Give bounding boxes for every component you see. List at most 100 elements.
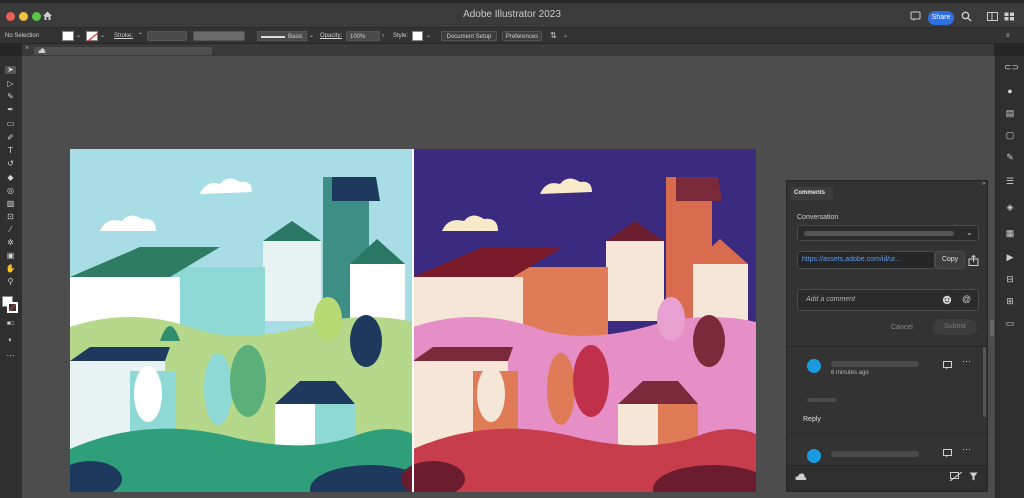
chevron-down-icon[interactable]: ⌄: [76, 31, 81, 41]
hand-tool-icon[interactable]: ✋: [5, 265, 16, 273]
align-icon[interactable]: ⊟: [1004, 274, 1016, 284]
fill-swatch[interactable]: [62, 31, 74, 41]
eraser-tool-icon[interactable]: ◆: [5, 174, 16, 182]
arrange-icon[interactable]: ⇅: [550, 31, 557, 41]
chevron-down-icon[interactable]: ⌄: [563, 31, 568, 41]
reply-icon[interactable]: [943, 449, 953, 458]
direct-selection-tool-icon[interactable]: ▷: [5, 80, 16, 88]
selection-tool-icon[interactable]: ➤: [5, 66, 16, 74]
search-icon[interactable]: [961, 11, 972, 22]
reply-link[interactable]: Reply: [803, 416, 821, 423]
chevron-down-icon[interactable]: ⌄: [100, 31, 105, 41]
cancel-button[interactable]: Cancel: [891, 324, 913, 331]
share-button[interactable]: Share: [928, 11, 954, 25]
artboard-tool-icon[interactable]: ▣: [5, 252, 16, 260]
symbol-sprayer-tool-icon[interactable]: ✲: [5, 239, 16, 247]
workspace-icon[interactable]: [987, 12, 998, 21]
selection-status: No Selection: [5, 33, 40, 39]
mention-icon[interactable]: @: [962, 294, 971, 304]
chevron-down-icon[interactable]: ⌄: [309, 31, 314, 41]
opacity-field[interactable]: 100%: [346, 31, 380, 41]
gradient-tool-icon[interactable]: ▨: [5, 200, 16, 208]
more-tools-icon[interactable]: ⋯: [5, 352, 16, 360]
copy-link-button[interactable]: Copy: [935, 251, 965, 269]
artboard-artwork[interactable]: [70, 149, 756, 492]
free-transform-tool-icon[interactable]: ⊡: [5, 213, 16, 221]
avatar: [807, 449, 821, 463]
comments-tab[interactable]: Comments: [791, 187, 833, 200]
swatches-icon[interactable]: ▦: [1004, 228, 1016, 238]
more-options-icon[interactable]: ⋯: [962, 356, 971, 367]
filter-icon[interactable]: [969, 472, 978, 481]
document-setup-button[interactable]: Document Setup: [441, 31, 497, 41]
transform-icon[interactable]: ⊞: [1004, 296, 1016, 306]
comment-timestamp: 6 minutes ago: [831, 370, 869, 376]
pencil-tool-icon[interactable]: ✐: [5, 134, 16, 142]
properties-icon[interactable]: ☰: [1004, 176, 1016, 186]
eyedropper-tool-icon[interactable]: ⁄: [5, 226, 16, 234]
cloud-icon: [795, 473, 807, 480]
brush-definition[interactable]: Basic: [257, 31, 307, 41]
panel-resize-handle[interactable]: [990, 320, 994, 336]
close-tab-icon[interactable]: ×: [25, 45, 29, 52]
pen-tool-icon[interactable]: ✒: [5, 106, 16, 114]
document-tab[interactable]: [34, 47, 212, 55]
emoji-icon[interactable]: [942, 295, 952, 305]
add-comment-input[interactable]: Add a comment @: [797, 289, 979, 311]
collapse-panel-icon[interactable]: »: [982, 181, 985, 187]
stroke-color-swatch[interactable]: [7, 302, 18, 313]
cloud-document-icon: [38, 48, 46, 53]
brush-name: Basic: [288, 34, 303, 40]
comments-panel: Comments » Conversation ⌄ https://assets…: [786, 180, 988, 492]
share-out-icon[interactable]: [968, 255, 979, 266]
links-icon[interactable]: ⊂⊃: [1004, 62, 1019, 72]
draw-mode-icon[interactable]: ◐: [5, 336, 16, 344]
comments-icon[interactable]: [910, 11, 921, 22]
preferences-button[interactable]: Preferences: [502, 31, 542, 41]
shape-builder-tool-icon[interactable]: ◎: [5, 187, 16, 195]
rectangle-tool-icon[interactable]: ▭: [5, 120, 16, 128]
chevron-down-icon[interactable]: ⌄: [426, 31, 431, 41]
more-options-icon[interactable]: ⋯: [962, 444, 971, 455]
arrange-documents-icon[interactable]: [1004, 12, 1015, 21]
conversation-label: Conversation: [797, 214, 839, 221]
color-mode-icon[interactable]: ■□: [5, 320, 16, 328]
brush-stroke-preview: [261, 36, 285, 38]
magic-wand-tool-icon[interactable]: ✎: [5, 93, 16, 101]
add-comment-placeholder: Add a comment: [806, 296, 856, 303]
zoom-tool-icon[interactable]: ⚲: [5, 278, 16, 286]
comments-scrollbar[interactable]: [983, 347, 986, 417]
stroke-weight-field[interactable]: [147, 31, 187, 41]
none-slash-icon: [9, 304, 16, 311]
layers-icon[interactable]: ◈: [1004, 202, 1016, 212]
type-tool-icon[interactable]: T: [5, 147, 16, 155]
graphic-style-swatch[interactable]: [412, 31, 423, 41]
hide-comments-icon[interactable]: [950, 472, 962, 481]
comments-panel-icon[interactable]: ✎: [1004, 152, 1016, 162]
actions-icon[interactable]: ▶: [1004, 252, 1016, 262]
control-bar: No Selection ⌄ ⌄ Stroke: ⌃ Basic ⌄ Opaci…: [0, 28, 1024, 44]
submit-button[interactable]: Submit: [933, 319, 977, 335]
panel-menu-icon[interactable]: ≡: [1006, 31, 1010, 41]
stroke-label[interactable]: Stroke:: [114, 31, 133, 41]
assets-icon[interactable]: ▢: [1004, 130, 1016, 140]
document-tab-bar: ×: [22, 44, 994, 56]
panel-dock: ⊂⊃ ● ▤ ▢ ✎ ☰ ◈ ▦ ▶ ⊟ ⊞ ▭: [990, 56, 1024, 498]
rotate-tool-icon[interactable]: ↺: [5, 160, 16, 168]
color-icon[interactable]: ●: [1004, 86, 1016, 96]
panel-divider: [787, 433, 987, 434]
reply-icon[interactable]: [943, 361, 953, 370]
avatar: [807, 359, 821, 373]
chevron-down-icon: ⌄: [966, 228, 973, 237]
conversation-dropdown[interactable]: ⌄: [797, 225, 979, 241]
share-link-url[interactable]: https://assets.adobe.com/id/ur...: [802, 256, 901, 263]
panel-divider: [787, 346, 987, 347]
libraries-icon[interactable]: ▤: [1004, 108, 1016, 118]
share-link-field[interactable]: https://assets.adobe.com/id/ur...: [797, 251, 935, 269]
pathfinder-icon[interactable]: ▭: [1004, 318, 1016, 328]
stroke-weight-stepper[interactable]: ⌃: [138, 31, 143, 41]
opacity-label[interactable]: Opacity:: [320, 31, 342, 41]
chevron-right-icon[interactable]: ›: [382, 31, 384, 41]
stroke-swatch[interactable]: [86, 31, 99, 42]
variable-width-profile[interactable]: [193, 31, 245, 41]
